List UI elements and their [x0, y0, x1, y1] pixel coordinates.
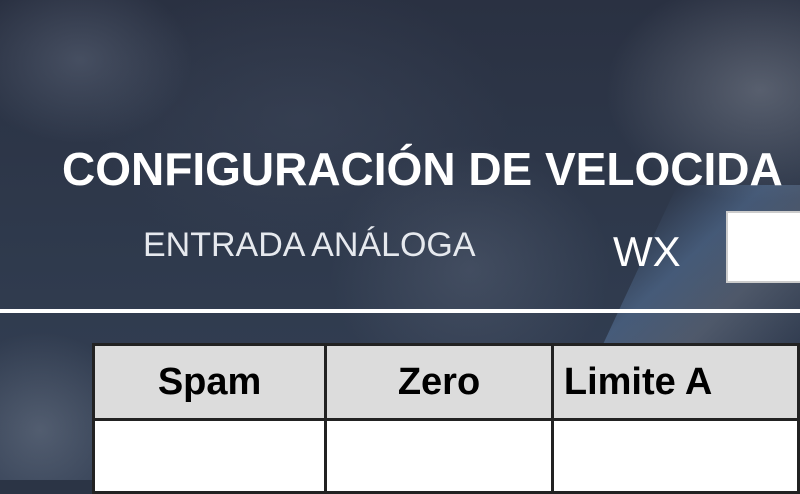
column-header-spam: Spam — [91, 343, 328, 421]
zero-value-cell[interactable] — [324, 418, 554, 494]
spam-value-cell[interactable] — [91, 418, 328, 494]
column-header-limite: Limite A — [550, 343, 800, 421]
header-divider — [0, 309, 800, 313]
table-row — [91, 418, 800, 494]
wx-input[interactable] — [726, 211, 800, 283]
parameters-table: Spam Zero Limite A — [91, 343, 800, 494]
subtitle-analog-input: ENTRADA ANÁLOGA — [143, 226, 476, 264]
limite-value-cell[interactable] — [550, 418, 800, 494]
page-title: CONFIGURACIÓN DE VELOCIDA — [62, 143, 783, 195]
table-header-row: Spam Zero Limite A — [91, 343, 800, 421]
wx-label: WX — [613, 228, 681, 275]
column-header-zero: Zero — [324, 343, 554, 421]
